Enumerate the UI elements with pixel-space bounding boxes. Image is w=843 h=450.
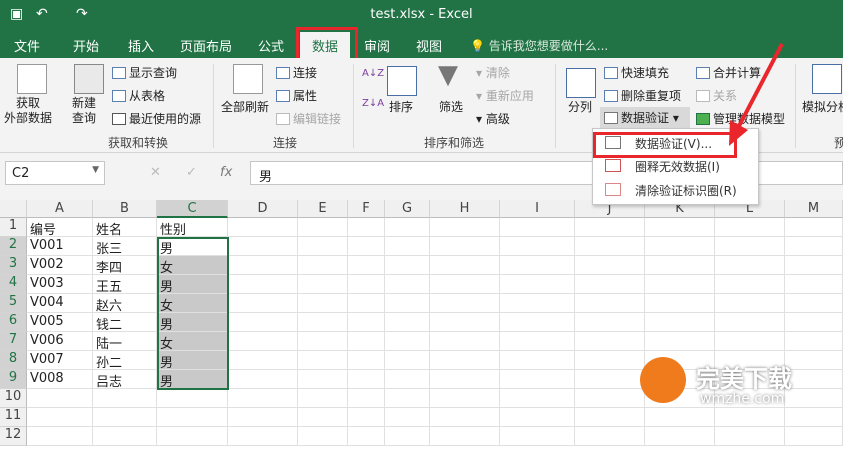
watermark-logo: 完美下载 wmzhe.com [640, 355, 840, 415]
watermark-brand: 完美下载 [696, 365, 792, 393]
watermark-url: wmzhe.com [700, 391, 785, 407]
flame-logo-icon [640, 357, 686, 403]
